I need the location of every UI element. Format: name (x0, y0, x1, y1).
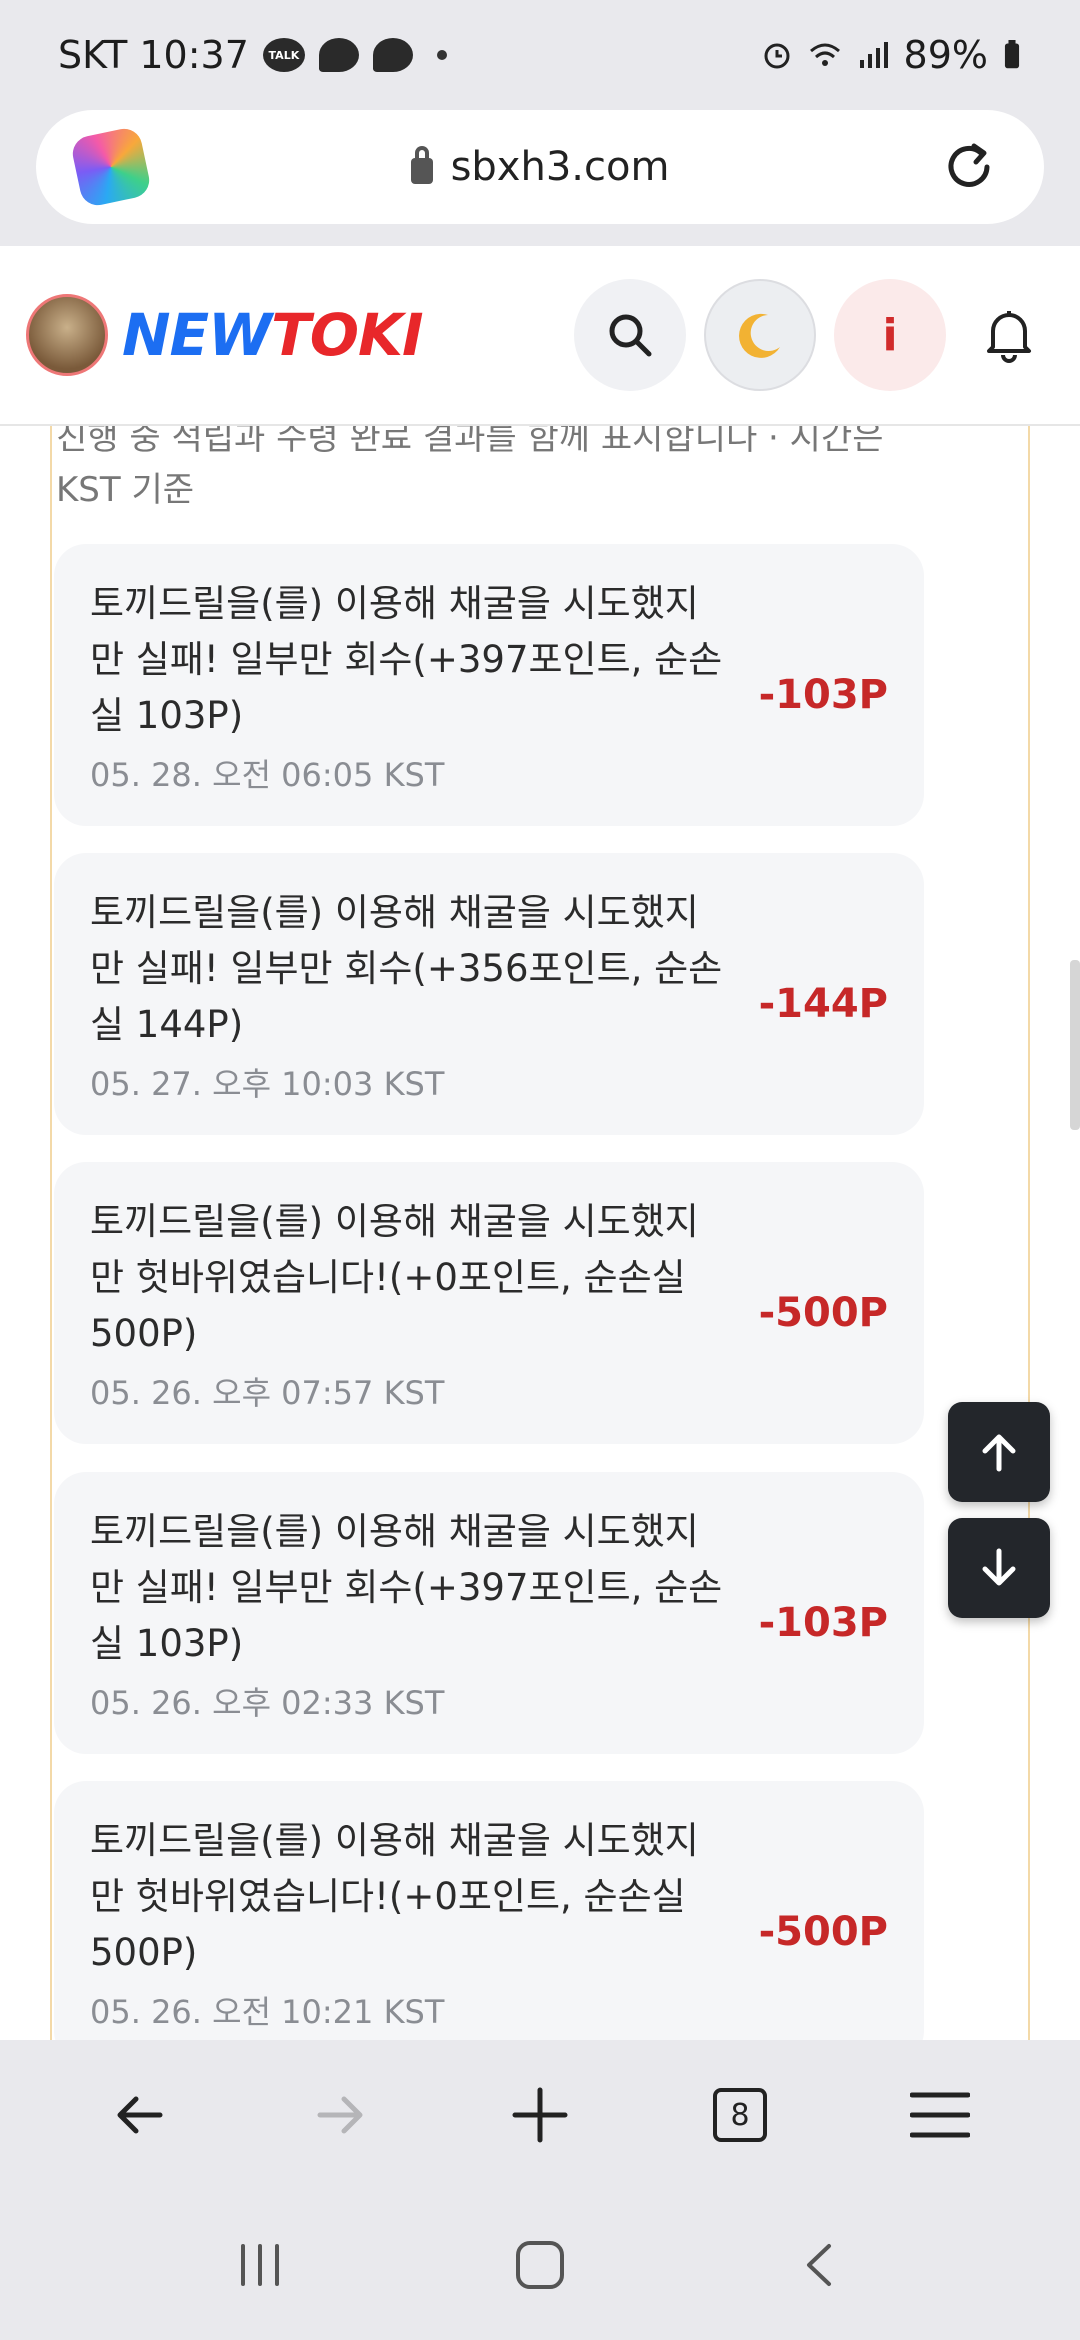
history-entry: 토끼드릴을(를) 이용해 채굴을 시도했지만 헛바위였습니다!(+0포인트, 순… (54, 1162, 924, 1444)
notifications-button[interactable] (964, 279, 1054, 391)
entry-time: 05. 28. 오전 06:05 KST (90, 756, 445, 794)
battery-icon (1004, 40, 1020, 69)
entry-message: 토끼드릴을(를) 이용해 채굴을 시도했지만 실패! 일부만 회수(+397포인… (90, 582, 723, 737)
entry-text: 토끼드릴을(를) 이용해 채굴을 시도했지만 실패! 일부만 회수(+397포인… (90, 576, 768, 826)
wifi-icon (809, 43, 840, 66)
entry-message: 토끼드릴을(를) 이용해 채굴을 시도했지만 실패! 일부만 회수(+397포인… (90, 1510, 723, 1665)
arrow-up-icon (982, 1434, 1016, 1472)
site-logo[interactable]: NEWTOKI (122, 301, 424, 369)
bell-icon (987, 311, 1031, 363)
status-bar: SKT 10:37 TALK 89% (0, 0, 1080, 110)
entry-amount: -103P (758, 1600, 888, 1646)
search-icon (609, 314, 652, 357)
lock-icon (410, 146, 433, 184)
plus-icon (512, 2087, 568, 2143)
home-icon (516, 2241, 564, 2289)
entry-amount: -103P (758, 672, 888, 718)
logo-avatar[interactable] (26, 294, 108, 376)
new-tab-button[interactable] (485, 2060, 595, 2170)
carrier-time: SKT 10:37 (58, 33, 249, 77)
scroll-top-button[interactable] (948, 1402, 1050, 1502)
battery-percent: 89% (903, 33, 988, 77)
forward-icon (317, 2096, 363, 2134)
recents-button[interactable] (205, 2210, 315, 2320)
address-bar[interactable]: sbxh3.com (36, 110, 1044, 224)
system-navigation (0, 2190, 1080, 2340)
history-entry: 토끼드릴을(를) 이용해 채굴을 시도했지만 실패! 일부만 회수(+397포인… (54, 1472, 924, 1754)
logo-toki: TOKI (271, 301, 423, 369)
tabs-button[interactable]: 8 (685, 2060, 795, 2170)
moon-icon (739, 313, 780, 358)
forward-button[interactable] (285, 2060, 395, 2170)
menu-icon (910, 2092, 970, 2138)
url-display[interactable]: sbxh3.com (146, 144, 934, 190)
entry-text: 토끼드릴을(를) 이용해 채굴을 시도했지만 실패! 일부만 회수(+356포인… (90, 885, 768, 1135)
dark-mode-button[interactable] (704, 279, 816, 391)
tabs-count: 8 (713, 2088, 767, 2142)
panel-description: 진행 중 적립과 수령 완료 결과를 함께 표시합니다 · 시간은 KST 기준 (56, 426, 884, 510)
history-entry: 토끼드릴을(를) 이용해 채굴을 시도했지만 실패! 일부만 회수(+397포인… (54, 544, 924, 826)
search-button[interactable] (574, 279, 686, 391)
entry-message: 토끼드릴을(를) 이용해 채굴을 시도했지만 실패! 일부만 회수(+356포인… (90, 891, 723, 1046)
reload-icon[interactable] (934, 132, 1004, 202)
entry-text: 토끼드릴을(를) 이용해 채굴을 시도했지만 헛바위였습니다!(+0포인트, 순… (90, 1194, 768, 1444)
site-header: NEWTOKI i (0, 246, 1080, 426)
back-icon (117, 2096, 163, 2134)
alarm-icon (764, 43, 790, 69)
main-content[interactable]: 진행 중 적립과 수령 완료 결과를 함께 표시합니다 · 시간은 KST 기준… (0, 426, 1080, 2040)
system-back-button[interactable] (765, 2210, 875, 2320)
entry-text: 토끼드릴을(를) 이용해 채굴을 시도했지만 실패! 일부만 회수(+397포인… (90, 1504, 768, 1754)
browser-toolbar: 8 (0, 2040, 1080, 2190)
entry-amount: -500P (758, 1909, 888, 1955)
back-button[interactable] (85, 2060, 195, 2170)
entry-time: 05. 27. 오후 10:03 KST (90, 1065, 445, 1103)
entry-text: 토끼드릴을(를) 이용해 채굴을 시도했지만 헛바위였습니다!(+0포인트, 순… (90, 1813, 768, 2040)
history-entry: 토끼드릴을(를) 이용해 채굴을 시도했지만 실패! 일부만 회수(+356포인… (54, 853, 924, 1135)
entry-time: 05. 26. 오전 10:21 KST (90, 1993, 445, 2031)
home-button[interactable] (485, 2210, 595, 2320)
recents-icon (241, 2244, 279, 2286)
menu-button[interactable] (885, 2060, 995, 2170)
entry-time: 05. 26. 오후 02:33 KST (90, 1684, 445, 1722)
scrollbar-thumb[interactable] (1070, 960, 1080, 1130)
entry-message: 토끼드릴을(를) 이용해 채굴을 시도했지만 헛바위였습니다!(+0포인트, 순… (90, 1200, 699, 1355)
scroll-bottom-button[interactable] (948, 1518, 1050, 1618)
url-text: sbxh3.com (450, 144, 670, 190)
status-right: 89% (760, 33, 1022, 77)
notification-icon (318, 38, 359, 72)
signal-icon (859, 42, 888, 68)
header-actions: i (574, 279, 1054, 391)
copilot-icon[interactable] (69, 125, 153, 209)
notification-icon (372, 38, 413, 72)
entry-amount: -500P (758, 1290, 888, 1336)
entry-message: 토끼드릴을(를) 이용해 채굴을 시도했지만 헛바위였습니다!(+0포인트, 순… (90, 1819, 699, 1974)
entry-amount: -144P (758, 981, 888, 1027)
info-button[interactable]: i (834, 279, 946, 391)
history-entry: 토끼드릴을(를) 이용해 채굴을 시도했지만 헛바위였습니다!(+0포인트, 순… (54, 1781, 924, 2040)
more-notifications-icon (436, 50, 447, 60)
kakaotalk-icon: TALK (262, 38, 305, 72)
status-left: SKT 10:37 TALK (58, 33, 447, 77)
entry-time: 05. 26. 오후 07:57 KST (90, 1374, 445, 1412)
logo-new: NEW (122, 301, 272, 369)
arrow-down-icon (982, 1548, 1016, 1586)
nav-back-icon (807, 2244, 831, 2286)
